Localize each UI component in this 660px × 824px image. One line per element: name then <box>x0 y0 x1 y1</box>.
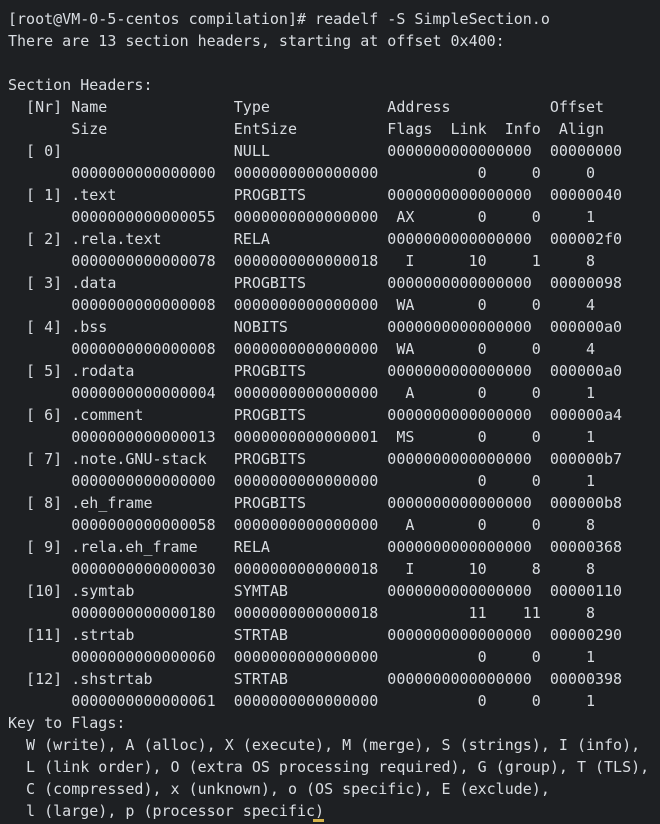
section-row: [ 4] .bss NOBITS 0000000000000000 000000… <box>8 318 623 336</box>
column-header-row-1: [Nr] Name Type Address Offset <box>8 98 605 116</box>
key-to-flags-title: Key to Flags: <box>8 714 126 732</box>
flags-legend-line: L (link order), O (extra OS processing r… <box>8 758 650 776</box>
terminal-window[interactable]: [root@VM-0-5-centos compilation]# readel… <box>0 0 660 824</box>
section-row-detail: 0000000000000000 0000000000000000 0 0 0 <box>8 164 595 182</box>
section-row-detail: 0000000000000061 0000000000000000 0 0 1 <box>8 692 595 710</box>
section-row: [ 5] .rodata PROGBITS 0000000000000000 0… <box>8 362 623 380</box>
flags-legend-line: C (compressed), x (unknown), o (OS speci… <box>8 780 550 798</box>
section-row-detail: 0000000000000058 0000000000000000 A 0 0 … <box>8 516 595 534</box>
section-row-detail: 0000000000000180 0000000000000018 11 11 … <box>8 604 595 622</box>
section-row: [ 3] .data PROGBITS 0000000000000000 000… <box>8 274 623 292</box>
section-row-detail: 0000000000000000 0000000000000000 0 0 1 <box>8 472 595 490</box>
section-row: [ 8] .eh_frame PROGBITS 0000000000000000… <box>8 494 623 512</box>
section-row: [ 1] .text PROGBITS 0000000000000000 000… <box>8 186 623 204</box>
section-row: [ 2] .rela.text RELA 0000000000000000 00… <box>8 230 623 248</box>
section-row-detail: 0000000000000013 0000000000000001 MS 0 0… <box>8 428 595 446</box>
column-header-row-2: Size EntSize Flags Link Info Align <box>8 120 605 138</box>
flags-legend-line: l (large), p (processor specific) <box>8 802 325 820</box>
section-row: [ 9] .rela.eh_frame RELA 000000000000000… <box>8 538 623 556</box>
terminal-cursor <box>313 819 324 822</box>
section-row: [10] .symtab SYMTAB 0000000000000000 000… <box>8 582 623 600</box>
summary-line: There are 13 section headers, starting a… <box>8 32 505 50</box>
section-row-detail: 0000000000000060 0000000000000000 0 0 1 <box>8 648 595 666</box>
section-row-detail: 0000000000000078 0000000000000018 I 10 1… <box>8 252 595 270</box>
section-row-detail: 0000000000000055 0000000000000000 AX 0 0… <box>8 208 595 226</box>
section-row: [ 6] .comment PROGBITS 0000000000000000 … <box>8 406 623 424</box>
command-prompt-line: [root@VM-0-5-centos compilation]# readel… <box>8 10 550 28</box>
section-row: [ 7] .note.GNU-stack PROGBITS 0000000000… <box>8 450 623 468</box>
flags-legend-line: W (write), A (alloc), X (execute), M (me… <box>8 736 641 754</box>
section-row: [11] .strtab STRTAB 0000000000000000 000… <box>8 626 623 644</box>
section-row: [12] .shstrtab STRTAB 0000000000000000 0… <box>8 670 623 688</box>
section-row-detail: 0000000000000030 0000000000000018 I 10 8… <box>8 560 595 578</box>
section-headers-title: Section Headers: <box>8 76 153 94</box>
section-row: [ 0] NULL 0000000000000000 00000000 <box>8 142 623 160</box>
section-row-detail: 0000000000000008 0000000000000000 WA 0 0… <box>8 296 595 314</box>
section-row-detail: 0000000000000008 0000000000000000 WA 0 0… <box>8 340 595 358</box>
section-row-detail: 0000000000000004 0000000000000000 A 0 0 … <box>8 384 595 402</box>
